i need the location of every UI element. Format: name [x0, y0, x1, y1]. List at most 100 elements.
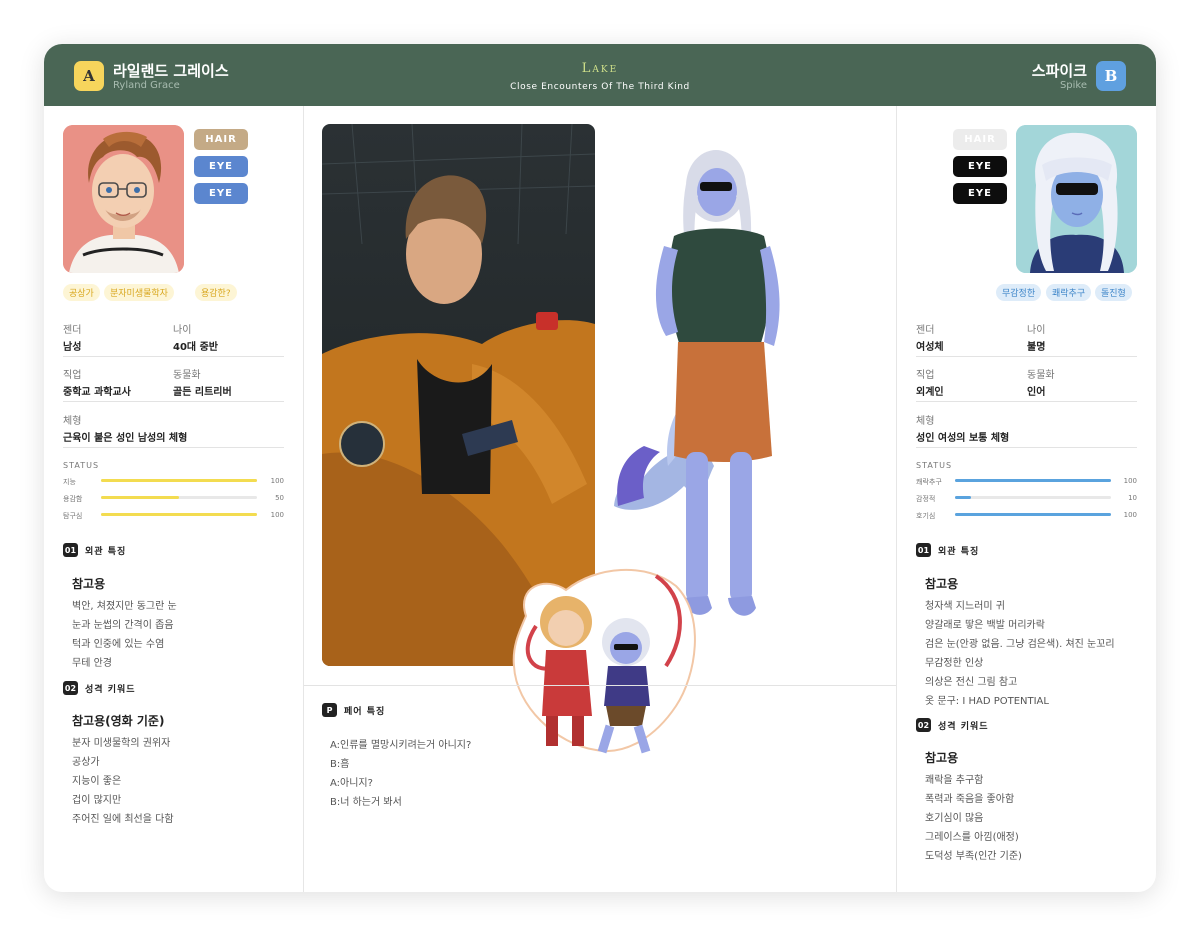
field-value-gender: 여성체 — [916, 342, 944, 353]
field-divider — [63, 356, 284, 357]
stat-value: 100 — [270, 511, 284, 519]
field-label-gender: 젠더 — [63, 325, 82, 336]
field-label-body: 체형 — [916, 416, 935, 427]
section-subheading: 참고용 — [72, 577, 106, 591]
stat-value: 50 — [275, 494, 284, 502]
tag: 무감정한 — [996, 284, 1042, 301]
section-subheading: 참고용(영화 기준) — [72, 714, 165, 728]
field-value-animal: 골든 리트리버 — [173, 387, 232, 398]
header-bar: A 라일랜드 그레이스 Ryland Grace Lake Close Enco… — [44, 44, 1156, 106]
left-panel: HAIR EYE EYE 공상가 분자미생물학자 용감한? 젠더 남성 나이 4… — [44, 106, 303, 892]
section-title: 성격 키워드 — [938, 721, 989, 732]
dialog-line: A:아니지? — [330, 778, 373, 789]
field-value-gender: 남성 — [63, 342, 82, 353]
status-title: STATUS — [63, 461, 100, 470]
right-character-name-en: Spike — [1059, 80, 1087, 91]
list-item: 겁이 많지만 — [72, 795, 122, 806]
eye-color-chip: EYE — [194, 156, 248, 177]
right-panel: HAIR EYE EYE 무감정한 쾌락추구 돌진형 젠더 여성체 나이 불명 … — [897, 106, 1156, 892]
page-subtitle: Close Encounters Of The Third Kind — [510, 82, 690, 92]
field-label-job: 직업 — [916, 370, 935, 381]
portrait-grace — [63, 125, 184, 273]
stat-bar — [955, 479, 1111, 482]
section-number: P — [322, 703, 337, 717]
eye-color-chip-2: EYE — [194, 183, 248, 204]
section-title: 성격 키워드 — [85, 684, 136, 695]
field-value-job: 외계인 — [916, 387, 944, 398]
field-value-age: 불명 — [1027, 342, 1046, 353]
list-item: 쾌락을 추구함 — [925, 775, 984, 786]
center-panel: P 페어 특징 A:인류를 멸망시키려는거 아니지? B:흠 A:아니지? B:… — [304, 106, 896, 892]
field-value-job: 중학교 과학교사 — [63, 387, 131, 398]
list-item: 옷 문구: I HAD POTENTIAL — [925, 696, 1049, 707]
stat-bar-fill — [101, 479, 257, 482]
field-value-body: 근육이 붙은 성인 남성의 체형 — [63, 433, 188, 444]
field-label-age: 나이 — [1027, 325, 1046, 336]
stat-label: 탐구심 — [63, 512, 83, 520]
field-label-age: 나이 — [173, 325, 192, 336]
field-divider — [63, 401, 284, 402]
stat-label: 쾌락추구 — [916, 478, 942, 486]
portrait-spike — [1016, 125, 1137, 273]
section-number: 02 — [916, 718, 931, 732]
stat-bar — [101, 496, 257, 499]
list-item: 청자색 지느러미 귀 — [925, 601, 1005, 612]
dialog-line: B:흠 — [330, 759, 350, 770]
hair-color-chip: HAIR — [194, 129, 248, 150]
section-title: 페어 특징 — [344, 706, 386, 717]
list-item: 호기심이 많음 — [925, 813, 984, 824]
section-number: 02 — [63, 681, 78, 695]
stat-bar — [101, 513, 257, 516]
section-pair-header: P 페어 특징 — [322, 703, 385, 717]
right-tag-list: 무감정한 쾌락추구 돌진형 — [996, 284, 1137, 301]
hair-color-chip: HAIR — [953, 129, 1007, 150]
list-item: 검은 눈(안광 없음. 그냥 검은색). 쳐진 눈꼬리 — [925, 639, 1115, 650]
section-subheading: 참고용 — [925, 577, 959, 591]
field-value-body: 성인 여성의 보통 체형 — [916, 433, 1010, 444]
section-title: 외관 특징 — [938, 546, 980, 557]
stat-bar — [955, 496, 1111, 499]
stat-value: 100 — [1123, 511, 1137, 519]
tag: 공상가 — [63, 284, 100, 301]
field-divider — [63, 447, 284, 448]
tag: 용감한? — [195, 284, 237, 301]
pair-divider — [304, 685, 896, 686]
stat-bar — [955, 513, 1111, 516]
section-personality-header: 02 성격 키워드 — [916, 718, 989, 732]
stat-value: 10 — [1128, 494, 1137, 502]
section-personality-header: 02 성격 키워드 — [63, 681, 136, 695]
field-label-gender: 젠더 — [916, 325, 935, 336]
field-label-animal: 동물화 — [1027, 370, 1055, 381]
profile-card: A 라일랜드 그레이스 Ryland Grace Lake Close Enco… — [44, 44, 1156, 892]
dialog-line: A:인류를 멸망시키려는거 아니지? — [330, 740, 472, 751]
list-item: 눈과 눈썹의 간격이 좁음 — [72, 620, 174, 631]
stat-label: 용감함 — [63, 495, 83, 503]
field-value-age: 40대 중반 — [173, 342, 218, 353]
stat-bar — [101, 479, 257, 482]
field-divider — [916, 356, 1137, 357]
field-divider — [916, 447, 1137, 448]
stat-bar-fill — [955, 513, 1111, 516]
chibi-sticker — [506, 566, 700, 758]
field-label-job: 직업 — [63, 370, 82, 381]
stat-label: 지능 — [63, 478, 76, 486]
list-item: 양갈래로 땋은 백발 머리카락 — [925, 620, 1045, 631]
list-item: 도덕성 부족(인간 기준) — [925, 851, 1022, 862]
stat-label: 감정적 — [916, 495, 936, 503]
list-item: 턱과 인중에 있는 수염 — [72, 639, 165, 650]
list-item: 공상가 — [72, 757, 100, 768]
stat-bar-fill — [101, 513, 257, 516]
stat-bar-fill — [101, 496, 179, 499]
list-item: 주어진 일에 최선을 다함 — [72, 814, 174, 825]
list-item: 분자 미생물학의 권위자 — [72, 738, 171, 749]
section-title: 외관 특징 — [85, 546, 127, 557]
tag: 쾌락추구 — [1046, 284, 1092, 301]
tag: 분자미생물학자 — [104, 284, 174, 301]
badge-b: B — [1096, 61, 1126, 91]
status-title: STATUS — [916, 461, 953, 470]
section-number: 01 — [916, 543, 931, 557]
list-item: 폭력과 죽음을 좋아함 — [925, 794, 1015, 805]
field-value-animal: 인어 — [1027, 387, 1046, 398]
list-item: 무감정한 인상 — [925, 658, 984, 669]
list-item: 벽안, 쳐졌지만 동그란 눈 — [72, 601, 177, 612]
